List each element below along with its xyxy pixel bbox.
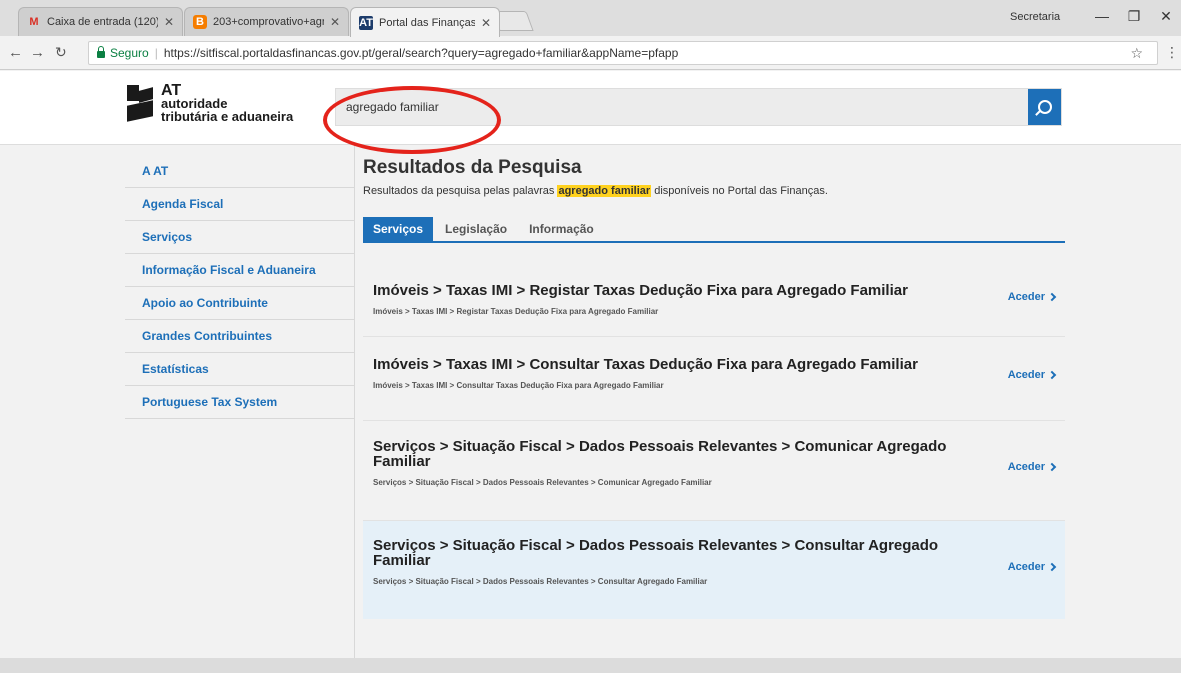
close-icon[interactable]: ✕ — [330, 15, 340, 29]
result-item-highlighted[interactable]: Serviços > Situação Fiscal > Dados Pesso… — [363, 521, 1065, 619]
minimize-icon[interactable]: — — [1092, 8, 1112, 24]
at-logo-mark-icon — [125, 83, 155, 123]
search-input[interactable] — [336, 89, 1029, 125]
gmail-icon: M — [29, 16, 39, 28]
sidebar-item-a-at[interactable]: A AT — [125, 155, 355, 188]
url-text: https://sitfiscal.portaldasfinancas.gov.… — [163, 46, 679, 60]
sidebar-item-informacao-fiscal[interactable]: Informação Fiscal e Aduaneira — [125, 254, 355, 287]
url-field[interactable]: Seguro | https://sitfiscal.portaldasfina… — [88, 41, 1158, 65]
page-title: Resultados da Pesquisa — [363, 157, 582, 178]
sidebar-item-estatisticas[interactable]: Estatísticas — [125, 353, 355, 386]
result-title[interactable]: Imóveis > Taxas IMI > Consultar Taxas De… — [373, 357, 953, 372]
site-header: AT autoridade tributária e aduaneira — [0, 71, 1181, 145]
url-separator: | — [154, 46, 158, 60]
logo-line-autoridade: autoridade — [161, 95, 228, 111]
sidebar-item-apoio-contribuinte[interactable]: Apoio ao Contribuinte — [125, 287, 355, 320]
chevron-right-icon — [1047, 562, 1057, 572]
logo-line-at: AT — [161, 81, 182, 99]
aceder-label: Aceder — [1007, 561, 1045, 573]
browser-tab-label: Portal das Finanças — [379, 16, 475, 29]
maximize-icon[interactable]: ❐ — [1124, 8, 1144, 25]
search-button[interactable] — [1028, 89, 1061, 125]
browser-tab-bar: M Caixa de entrada (120) - ✕ B 203+compr… — [0, 0, 1181, 37]
result-title[interactable]: Serviços > Situação Fiscal > Dados Pesso… — [373, 538, 953, 568]
browser-tab-label: 203+comprovativo+agre — [213, 16, 324, 28]
chevron-right-icon — [1047, 292, 1057, 302]
results-subtitle: Resultados da pesquisa pelas palavras ag… — [363, 185, 1065, 197]
secure-label: Seguro — [110, 46, 149, 60]
result-path: Serviços > Situação Fiscal > Dados Pesso… — [373, 478, 712, 487]
forward-arrow-icon[interactable]: → — [30, 44, 45, 61]
aceder-link[interactable]: Aceder — [1007, 561, 1057, 573]
result-item[interactable]: Serviços > Situação Fiscal > Dados Pesso… — [363, 421, 1065, 521]
sidebar-item-agenda-fiscal[interactable]: Agenda Fiscal — [125, 188, 355, 221]
sidebar-nav: A AT Agenda Fiscal Serviços Informação F… — [125, 155, 355, 419]
browser-tab-blogger[interactable]: B 203+comprovativo+agre ✕ — [184, 7, 349, 36]
aceder-label: Aceder — [1007, 291, 1045, 303]
result-title[interactable]: Serviços > Situação Fiscal > Dados Pesso… — [373, 439, 953, 469]
chevron-right-icon — [1047, 462, 1057, 472]
profile-name[interactable]: Secretaria — [1010, 11, 1060, 23]
subtitle-before: Resultados da pesquisa pelas palavras — [363, 185, 555, 197]
window-close-icon[interactable]: ✕ — [1156, 8, 1176, 25]
chevron-right-icon — [1047, 370, 1057, 380]
search-icon — [1037, 100, 1052, 114]
footer-band — [0, 658, 1181, 673]
aceder-link[interactable]: Aceder — [1007, 369, 1057, 381]
sidebar-item-grandes-contribuintes[interactable]: Grandes Contribuintes — [125, 320, 355, 353]
blogger-icon: B — [193, 15, 207, 29]
lock-icon — [97, 45, 105, 58]
result-title[interactable]: Imóveis > Taxas IMI > Registar Taxas Ded… — [373, 283, 953, 298]
result-item[interactable]: Imóveis > Taxas IMI > Consultar Taxas De… — [363, 337, 1065, 421]
back-arrow-icon[interactable]: ← — [8, 44, 23, 61]
logo-line-tributaria: tributária e aduaneira — [161, 108, 294, 124]
result-item[interactable]: Imóveis > Taxas IMI > Registar Taxas Ded… — [363, 253, 1065, 337]
aceder-link[interactable]: Aceder — [1007, 461, 1057, 473]
tab-informacao[interactable]: Informação — [519, 217, 604, 241]
at-icon: AT — [359, 15, 373, 30]
at-logo[interactable]: AT autoridade tributária e aduaneira — [125, 81, 294, 124]
search-term-highlight: agregado familiar — [557, 185, 652, 197]
close-icon[interactable]: ✕ — [481, 16, 491, 30]
result-tabs: Serviços Legislação Informação — [363, 217, 1065, 243]
results-list: Imóveis > Taxas IMI > Registar Taxas Ded… — [363, 253, 1065, 619]
logo-text: AT autoridade tributária e aduaneira — [161, 81, 294, 124]
browser-menu-icon[interactable]: ⋮ — [1165, 44, 1179, 61]
tab-legislacao[interactable]: Legislação — [435, 217, 517, 241]
result-path: Imóveis > Taxas IMI > Registar Taxas Ded… — [373, 307, 659, 316]
browser-tab-label: Caixa de entrada (120) - — [47, 16, 158, 28]
search-results: Resultados da Pesquisa Resultados da pes… — [363, 155, 1065, 619]
reload-icon[interactable]: ↻ — [55, 44, 67, 61]
browser-tab-gmail[interactable]: M Caixa de entrada (120) - ✕ — [18, 7, 183, 36]
sidebar-divider — [354, 145, 355, 658]
aceder-label: Aceder — [1007, 369, 1045, 381]
tab-servicos[interactable]: Serviços — [363, 217, 434, 241]
bookmark-star-icon[interactable]: ☆ — [1130, 45, 1143, 62]
sidebar-item-servicos[interactable]: Serviços — [125, 221, 355, 254]
sidebar-item-portuguese-tax-system[interactable]: Portuguese Tax System — [125, 386, 355, 419]
result-path: Imóveis > Taxas IMI > Consultar Taxas De… — [373, 381, 664, 390]
subtitle-after: disponíveis no Portal das Finanças. — [654, 185, 828, 197]
aceder-link[interactable]: Aceder — [1007, 291, 1057, 303]
address-bar: ← → ↻ Seguro | https://sitfiscal.portald… — [0, 36, 1181, 70]
secure-indicator[interactable]: Seguro — [97, 45, 149, 60]
aceder-label: Aceder — [1007, 461, 1045, 473]
result-path: Serviços > Situação Fiscal > Dados Pesso… — [373, 577, 708, 586]
browser-tab-portal[interactable]: AT Portal das Finanças ✕ — [350, 7, 500, 37]
close-icon[interactable]: ✕ — [164, 15, 174, 29]
search-box — [335, 88, 1062, 126]
